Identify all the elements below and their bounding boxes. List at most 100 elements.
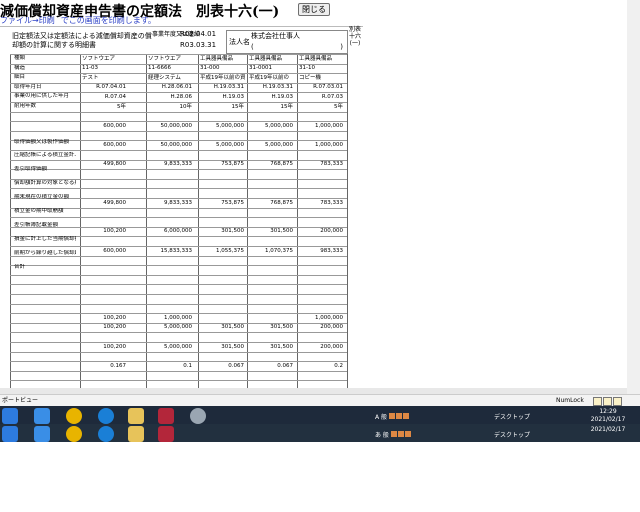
table-cell-years: 5年 [117, 103, 126, 110]
table-column-line [10, 54, 11, 389]
table-cell-dep2: 9,833,333 [164, 199, 192, 206]
table-cell-code: 31-10 [299, 65, 315, 72]
edge-icon[interactable] [98, 408, 114, 424]
ie-icon[interactable] [34, 408, 50, 424]
ime-indicator-2[interactable]: あ 般 [375, 430, 412, 439]
table-cell-cost: 1,000,000 [315, 122, 343, 129]
menu-item-print[interactable]: ファイル→印刷 [0, 16, 55, 25]
table-cell-acq: 600,000 [103, 247, 126, 254]
table-cell-code: 31-0001 [249, 65, 272, 72]
table-cell-date2: R.07.03 [321, 93, 343, 100]
table-cell-name: 経理システム [148, 74, 181, 81]
table-row-line [10, 294, 347, 295]
table-cell-r1: 0.2 [334, 362, 343, 369]
close-button[interactable]: 閉じる [298, 3, 330, 16]
access-icon-2[interactable] [158, 426, 174, 442]
table-cell-cost: 5,000,000 [216, 122, 244, 129]
row-label: 前期から繰り越した償却超過額 [14, 249, 76, 256]
table-cell-code: 31-000 [200, 65, 220, 72]
table-cell-name: テスト [82, 74, 99, 81]
table-cell-dep2: 783,333 [320, 199, 343, 206]
edge-icon-2[interactable] [98, 426, 114, 442]
form-number-strip: 別表十六(一) [348, 26, 361, 47]
table-cell-dep: 768,875 [270, 161, 293, 168]
table-cell-after: 301,500 [270, 228, 293, 235]
table-cell-date2: H.28.06 [170, 93, 192, 100]
table-cell-r4: 1,000,000 [164, 314, 192, 321]
table-cell-name: 平成19年以前の [249, 74, 289, 81]
table-cell-r4: 1,000,000 [315, 314, 343, 321]
table-cell-acq: 15,833,333 [160, 247, 193, 254]
row-label: 償却額計算の対象となる期末現在の帳簿記載金額 [14, 180, 76, 187]
owner-bracket-left: ( [251, 43, 254, 51]
table-row-line [10, 63, 347, 65]
file-explorer-icon[interactable] [128, 408, 144, 424]
table-cell-date2: H.19.03 [222, 93, 244, 100]
table-row-line [10, 370, 347, 372]
table-row-line [10, 130, 347, 132]
row-label: 合計 [14, 263, 26, 270]
table-cell-dep: 499,800 [103, 161, 126, 168]
vertical-scrollbar[interactable] [627, 0, 640, 394]
table-row-line [10, 380, 347, 382]
table-cell-acq: 1,055,375 [216, 247, 244, 254]
table-cell-name: 平成19年以前の資 [200, 74, 246, 81]
row-label: 構造 [14, 64, 26, 71]
table-cell-years: 15年 [280, 103, 294, 110]
table-cell-r1: 0.067 [277, 362, 293, 369]
ie-icon-2[interactable] [34, 426, 50, 442]
table-cell-acq: 983,333 [320, 247, 343, 254]
row-label: 差引帳簿記載金額 [14, 222, 59, 229]
start-icon[interactable] [2, 408, 18, 424]
table-column-line [198, 54, 199, 389]
table-cell-r1: 0.167 [110, 362, 126, 369]
table-cell-date2: R.07.04 [104, 93, 126, 100]
table-cell-r2: 100,200 [103, 343, 126, 350]
table-cell-date2: H.19.03 [271, 93, 293, 100]
row-label: 取得価額又は製作価額 [14, 138, 70, 145]
table-cell-kind: 工具器具備品 [249, 55, 283, 62]
table-cell-date: H.19.03.31 [213, 84, 244, 91]
app-icon[interactable] [190, 408, 206, 424]
clock-2[interactable]: 2021/02/17 [586, 426, 630, 434]
row-label: 種類 [14, 55, 26, 61]
table-cell-r2: 5,000,000 [164, 343, 192, 350]
table-cell-years: 10年 [179, 103, 193, 110]
table-row-line [10, 188, 347, 190]
table-cell-after: 100,200 [103, 228, 126, 235]
table-cell-date: H.28.06.01 [161, 84, 192, 91]
table-cell-kind: 工具器具備品 [299, 55, 333, 62]
table-cell-r3: 301,500 [270, 324, 293, 331]
chrome-icon[interactable] [66, 408, 82, 424]
table-cell-after: 301,500 [221, 228, 244, 235]
table-row-line [10, 303, 347, 305]
table-cell-kind: ソフトウエア [82, 55, 116, 62]
table-cell-dep2: 499,800 [103, 199, 126, 206]
table-cell-dep2: 753,875 [221, 199, 244, 206]
table-cell-date: R.07.03.01 [313, 84, 343, 91]
row-label: 細目 [14, 74, 26, 81]
table-cell-r2: 200,000 [320, 343, 343, 350]
table-cell-cost: 50,000,000 [160, 122, 193, 129]
start-icon-2[interactable] [2, 426, 18, 442]
desktop-label-2[interactable]: デスクトップ [494, 430, 530, 439]
file-explorer-icon-2[interactable] [128, 426, 144, 442]
table-cell-dep: 783,333 [320, 161, 343, 168]
chrome-icon-2[interactable] [66, 426, 82, 442]
table-cell-r3: 100,200 [103, 324, 126, 331]
access-icon[interactable] [158, 408, 174, 424]
table-cell-years: 5年 [334, 103, 343, 110]
ime-indicator[interactable]: A 般 [375, 412, 410, 421]
period-end: R03.03.31 [180, 41, 217, 49]
clock[interactable]: 12:29 2021/02/17 [586, 408, 630, 424]
table-cell-r3: 301,500 [221, 324, 244, 331]
table-row-line [10, 274, 347, 276]
table-row-line [10, 284, 347, 286]
table-cell-book: 600,000 [103, 141, 126, 148]
row-label: 取得年月日 [14, 83, 42, 90]
table-cell-dep2: 768,875 [270, 199, 293, 206]
table-column-line [247, 54, 248, 389]
desktop-label[interactable]: デスクトップ [494, 412, 530, 421]
table-cell-code: 11-6666 [148, 65, 171, 72]
table-cell-book: 5,000,000 [216, 141, 244, 148]
